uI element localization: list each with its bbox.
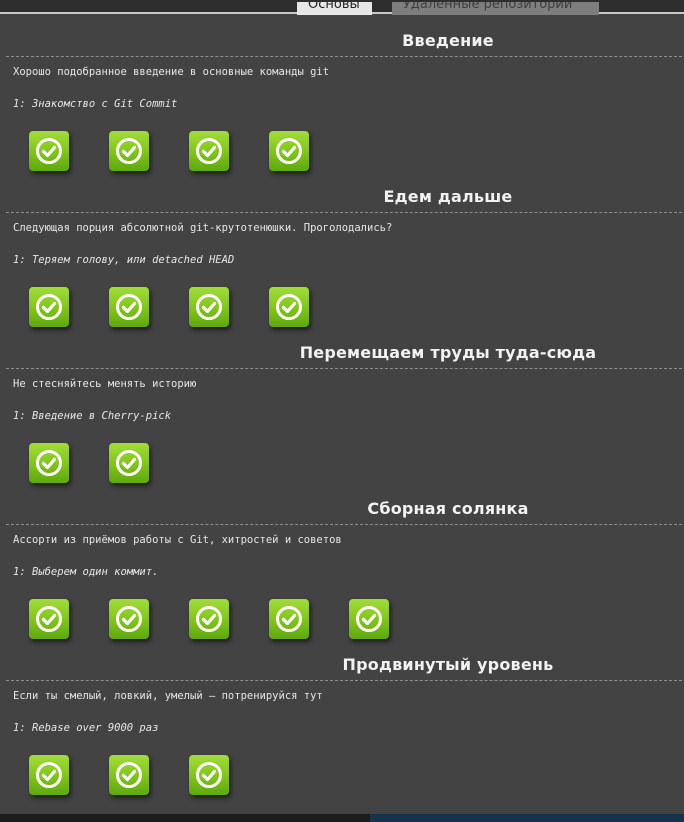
section-description: Не стесняйтесь менять историю (13, 378, 197, 390)
check-circle-icon (36, 294, 62, 320)
check-circle-icon (116, 762, 142, 788)
level-button-1[interactable] (29, 131, 69, 171)
level-button-2[interactable] (109, 287, 149, 327)
level-button-4[interactable] (269, 599, 309, 639)
level-button-3[interactable] (189, 755, 229, 795)
level-button-3[interactable] (189, 131, 229, 171)
check-circle-icon (276, 606, 302, 632)
check-circle-icon (196, 294, 222, 320)
level-button-2[interactable] (109, 755, 149, 795)
tab-basics[interactable]: Основы (297, 2, 372, 15)
level-button-4[interactable] (269, 131, 309, 171)
level-button-1[interactable] (29, 599, 69, 639)
level-button-1[interactable] (29, 443, 69, 483)
section-moving-work: Перемещаем труды туда-сюда Не стесняйтес… (0, 338, 684, 494)
check-circle-icon (36, 138, 62, 164)
section-advanced: Продвинутый уровень Если ты смелый, ловк… (0, 650, 684, 806)
level-button-2[interactable] (109, 443, 149, 483)
check-circle-icon (36, 450, 62, 476)
check-circle-icon (36, 606, 62, 632)
background-strip (0, 814, 370, 822)
section-description: Следующая порция абсолютной git-крутотен… (13, 222, 393, 234)
check-circle-icon (196, 606, 222, 632)
divider (6, 212, 682, 213)
check-circle-icon (196, 138, 222, 164)
section-description: Хорошо подобранное введение в основные к… (13, 66, 330, 78)
first-level-name: 1: Теряем голову, или detached HEAD (13, 254, 235, 266)
level-button-2[interactable] (109, 131, 149, 171)
section-going-further: Едем дальше Следующая порция абсолютной … (0, 182, 684, 338)
divider (6, 56, 682, 57)
divider (6, 680, 682, 681)
section-title: Сборная солянка (367, 499, 529, 518)
level-button-5[interactable] (349, 599, 389, 639)
first-level-name: 1: Введение в Cherry-pick (13, 410, 172, 422)
section-title: Введение (402, 31, 494, 50)
divider (6, 524, 682, 525)
section-title: Продвинутый уровень (342, 655, 554, 674)
first-level-name: 1: Знакомство с Git Commit (13, 98, 178, 110)
levels-panel: Основы Удаленные репозитории Введение Хо… (0, 2, 684, 814)
level-button-4[interactable] (269, 287, 309, 327)
level-button-3[interactable] (189, 287, 229, 327)
check-circle-icon (116, 138, 142, 164)
section-title: Едем дальше (383, 187, 513, 206)
level-button-1[interactable] (29, 287, 69, 327)
check-circle-icon (116, 606, 142, 632)
check-circle-icon (116, 294, 142, 320)
section-title: Перемещаем труды туда-сюда (299, 343, 597, 362)
check-circle-icon (356, 606, 382, 632)
check-circle-icon (116, 450, 142, 476)
check-circle-icon (196, 762, 222, 788)
tab-remote[interactable]: Удаленные репозитории (392, 2, 599, 15)
level-button-2[interactable] (109, 599, 149, 639)
section-description: Если ты смелый, ловкий, умелый – потрени… (13, 690, 323, 702)
level-button-1[interactable] (29, 755, 69, 795)
divider (6, 368, 682, 369)
section-intro: Введение Хорошо подобранное введение в о… (0, 26, 684, 182)
check-circle-icon (276, 138, 302, 164)
first-level-name: 1: Rebase over 9000 раз (13, 722, 159, 734)
section-description: Ассорти из приёмов работы с Git, хитрост… (13, 534, 342, 546)
section-mixed-bag: Сборная солянка Ассорти из приёмов работ… (0, 494, 684, 650)
check-circle-icon (276, 294, 302, 320)
check-circle-icon (36, 762, 62, 788)
level-button-3[interactable] (189, 599, 229, 639)
first-level-name: 1: Выберем один коммит. (13, 566, 159, 578)
background-strip-blue (370, 814, 684, 822)
